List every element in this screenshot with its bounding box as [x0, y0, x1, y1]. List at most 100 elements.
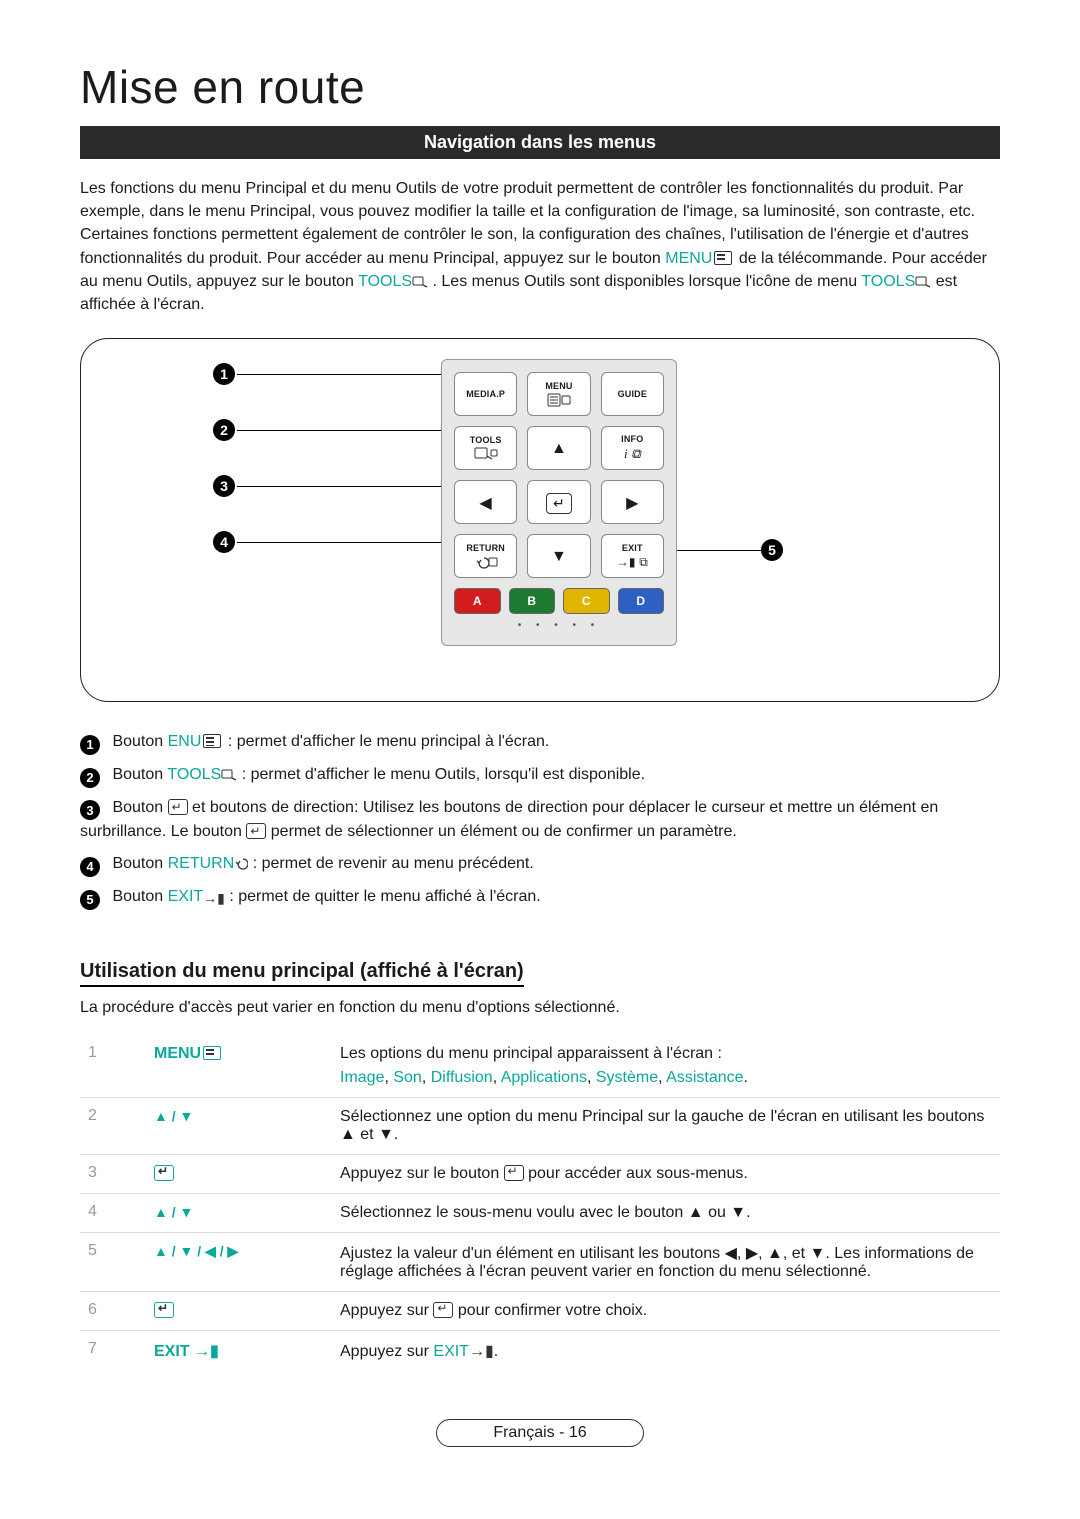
text: : permet d'afficher le menu principal à …: [223, 733, 549, 750]
marker-3: 3: [213, 475, 235, 497]
tools-keyword: TOOLS: [167, 766, 221, 783]
steps-table: 1MENULes options du menu principal appar…: [80, 1035, 1000, 1371]
text: : permet de revenir au menu précédent.: [248, 855, 534, 872]
exit-keyword: EXIT: [168, 888, 204, 905]
page-number-pill: Français - 16: [436, 1419, 643, 1447]
table-row: 7EXIT →▮Appuyez sur EXIT→▮.: [80, 1330, 1000, 1371]
direction-symbols: ▲ / ▼: [154, 1204, 193, 1220]
step-description: Sélectionnez une option du menu Principa…: [332, 1097, 1000, 1154]
step-description: Appuyez sur le bouton pour accéder aux s…: [332, 1154, 1000, 1193]
enter-icon: [154, 1302, 174, 1318]
step-key: ▲ / ▼ / ◀ / ▶: [146, 1232, 332, 1291]
text: Bouton: [112, 799, 167, 816]
remote-menu-button[interactable]: MENU: [527, 372, 590, 416]
step-key: EXIT →▮: [146, 1330, 332, 1371]
leader-line: [237, 430, 441, 431]
remote-color-a-button[interactable]: A: [454, 588, 501, 614]
remote-left-button[interactable]: ◀: [454, 480, 517, 524]
marker-5: 5: [761, 539, 783, 561]
text: : permet de quitter le menu affiché à l'…: [225, 888, 541, 905]
intro-text-c: . Les menus Outils sont disponibles lors…: [433, 273, 862, 290]
enter-icon: [246, 823, 266, 839]
marker-4: 4: [213, 531, 235, 553]
menu-option-link: Diffusion: [431, 1069, 493, 1086]
step-number: 5: [80, 1232, 146, 1291]
num-badge: 3: [80, 800, 100, 820]
remote-mediap-button[interactable]: MEDIA.P: [454, 372, 517, 416]
tools-keyword: TOOLS: [358, 273, 412, 290]
tools-icon: [915, 272, 931, 284]
step-number: 1: [80, 1035, 146, 1098]
remote-diagram-frame: 1 2 3 4 5 MEDIA.P MENU: [80, 338, 1000, 702]
leader-line: [237, 374, 441, 375]
direction-symbols-inline: ▲ ou ▼: [688, 1204, 746, 1221]
subsection-paragraph: La procédure d'accès peut varier en fonc…: [80, 999, 1000, 1017]
intro-paragraph: Les fonctions du menu Principal et du me…: [80, 177, 1000, 316]
step-number: 7: [80, 1330, 146, 1371]
remote-enter-button[interactable]: ↵: [527, 480, 590, 524]
button-label: TOOLS: [470, 435, 502, 445]
button-label: MEDIA.P: [466, 389, 505, 399]
menu-option-link: Son: [393, 1069, 421, 1086]
return-keyword: RETURN: [168, 855, 235, 872]
table-row: 1MENULes options du menu principal appar…: [80, 1035, 1000, 1098]
step-key: [146, 1154, 332, 1193]
step-description: Appuyez sur EXIT→▮.: [332, 1330, 1000, 1371]
step-key: [146, 1291, 332, 1330]
page-title: Mise en route: [80, 60, 1000, 114]
remote-return-button[interactable]: RETURN: [454, 534, 517, 578]
triangle-left-icon: ◀: [479, 493, 492, 513]
explain-row-3: 3 Bouton et boutons de direction: Utilis…: [80, 796, 1000, 845]
step-number: 3: [80, 1154, 146, 1193]
button-label: GUIDE: [618, 389, 648, 399]
remote-info-button[interactable]: INFO i ⧉: [601, 426, 664, 470]
table-row: 5 ▲ / ▼ / ◀ / ▶ Ajustez la valeur d'un élé…: [80, 1232, 1000, 1291]
remote-color-d-button[interactable]: D: [618, 588, 665, 614]
step-description: Les options du menu principal apparaisse…: [332, 1035, 1000, 1098]
remote-up-button[interactable]: ▲: [527, 426, 590, 470]
num-badge: 2: [80, 768, 100, 788]
button-label: EXIT: [622, 543, 643, 553]
remote-right-button[interactable]: ▶: [601, 480, 664, 524]
explain-row-4: 4 Bouton RETURN : permet de revenir au m…: [80, 852, 1000, 877]
num-badge: 4: [80, 857, 100, 877]
button-label: INFO: [621, 434, 643, 444]
explain-row-1: 1 Bouton ENU : permet d'afficher le menu…: [80, 730, 1000, 755]
exit-icon: →▮: [469, 1343, 494, 1360]
section-header: Navigation dans les menus: [80, 126, 1000, 159]
step-key: ▲ / ▼: [146, 1193, 332, 1232]
enter-icon: [168, 799, 188, 815]
remote-exit-button[interactable]: EXIT →▮ ⧉: [601, 534, 664, 578]
direction-symbols: ▲ / ▼ / ◀ / ▶: [154, 1243, 238, 1259]
leader-line: [237, 486, 441, 487]
remote-color-b-button[interactable]: B: [509, 588, 556, 614]
marker-1: 1: [213, 363, 235, 385]
table-row: 6Appuyez sur pour confirmer votre choix.: [80, 1291, 1000, 1330]
triangle-right-icon: ▶: [626, 493, 639, 513]
exit-icon: →▮: [203, 888, 225, 909]
subsection-heading: Utilisation du menu principal (affiché à…: [80, 960, 524, 987]
triangle-up-icon: ▲: [551, 440, 567, 458]
step-description: Ajustez la valeur d'un élément en utilis…: [332, 1232, 1000, 1291]
explain-row-5: 5 Bouton EXIT→▮ : permet de quitter le m…: [80, 885, 1000, 910]
direction-symbols: ▲ / ▼: [154, 1108, 193, 1124]
remote-color-c-button[interactable]: C: [563, 588, 610, 614]
direction-symbols-inline: ◀, ▶, ▲, et ▼: [725, 1245, 826, 1262]
tools-keyword-2: TOOLS: [861, 273, 915, 290]
step-number: 6: [80, 1291, 146, 1330]
enu-keyword: ENU: [168, 733, 202, 750]
text: permet de sélectionner un élément ou de …: [266, 823, 736, 840]
enter-icon: [154, 1165, 174, 1181]
return-icon: [474, 555, 498, 569]
remote-tools-button[interactable]: TOOLS: [454, 426, 517, 470]
info-icon: i ⧉: [624, 446, 641, 462]
table-row: 4▲ / ▼Sélectionnez le sous-menu voulu av…: [80, 1193, 1000, 1232]
remote-guide-button[interactable]: GUIDE: [601, 372, 664, 416]
enter-icon: [504, 1165, 524, 1181]
leader-line: [237, 542, 441, 543]
remote-down-button[interactable]: ▼: [527, 534, 590, 578]
table-row: 3 Appuyez sur le bouton pour accéder aux …: [80, 1154, 1000, 1193]
num-badge: 5: [80, 890, 100, 910]
step-key: ▲ / ▼: [146, 1097, 332, 1154]
button-label: RETURN: [466, 543, 505, 553]
